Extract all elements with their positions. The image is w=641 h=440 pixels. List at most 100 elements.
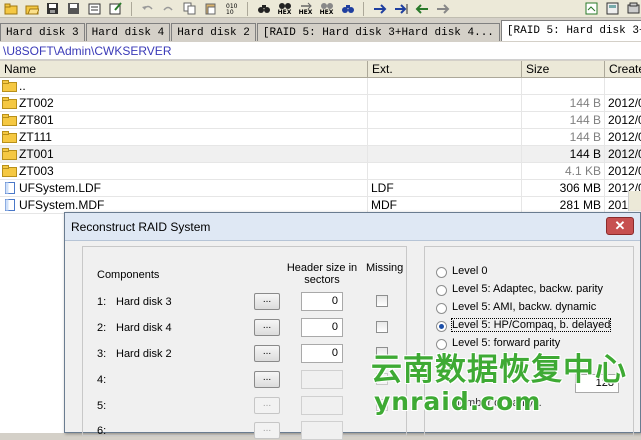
file-name: .. bbox=[19, 78, 26, 93]
watermark-line1: 云南数据恢复中心 bbox=[371, 352, 627, 388]
folder-icon bbox=[2, 148, 17, 160]
level-label[interactable]: Level 5: forward parity bbox=[452, 337, 560, 349]
file-size: 306 MB bbox=[522, 180, 605, 196]
level-label[interactable]: Level 0 bbox=[452, 265, 487, 277]
folder-new-icon[interactable] bbox=[3, 2, 18, 16]
list-item[interactable]: ZT003 4.1 KB 2012/0 bbox=[0, 163, 641, 180]
header-size-input[interactable]: 0 bbox=[301, 344, 343, 363]
toolbar-separator bbox=[363, 1, 364, 16]
toolbar-separator bbox=[131, 1, 132, 16]
header-size-input[interactable] bbox=[301, 421, 343, 440]
component-index: 5: bbox=[97, 400, 107, 412]
browse-button[interactable]: ... bbox=[254, 397, 280, 414]
tab-hard-disk-2[interactable]: Hard disk 2 bbox=[171, 23, 256, 41]
header-size-input[interactable] bbox=[301, 396, 343, 415]
file-size: 144 B bbox=[522, 129, 605, 145]
folder-icon bbox=[2, 80, 17, 92]
level-label[interactable]: Level 5: AMI, backw. dynamic bbox=[452, 301, 596, 313]
edit-icon[interactable] bbox=[108, 2, 123, 16]
dialog-titlebar[interactable]: Reconstruct RAID System ✕ bbox=[65, 213, 640, 241]
goto-icon[interactable] bbox=[372, 2, 387, 16]
level-radio[interactable] bbox=[436, 285, 447, 296]
file-ext bbox=[368, 112, 522, 128]
header-size-input[interactable] bbox=[301, 370, 343, 389]
hex-label: HEX bbox=[298, 8, 313, 16]
directory-path: \U8SOFT\Admin\CWKSERVER bbox=[0, 42, 641, 60]
properties-icon[interactable] bbox=[87, 2, 102, 16]
browse-button[interactable]: ... bbox=[254, 319, 280, 336]
header-size-input[interactable]: 0 bbox=[301, 292, 343, 311]
component-index: 3: bbox=[97, 348, 107, 360]
file-created: 2012/0 bbox=[608, 164, 641, 178]
save-all-icon[interactable] bbox=[66, 2, 81, 16]
header-size-input[interactable]: 0 bbox=[301, 318, 343, 337]
copy-icon[interactable] bbox=[182, 2, 197, 16]
list-item[interactable]: ZT801 144 B 2012/0 bbox=[0, 112, 641, 129]
missing-label: Missing bbox=[366, 262, 404, 274]
header-size-label: Header size in sectors bbox=[286, 262, 358, 286]
browse-button[interactable]: ... bbox=[254, 345, 280, 362]
find-hex-icon[interactable]: HEX bbox=[277, 2, 292, 16]
toolbar: 010 10 HEX HEX HEX bbox=[0, 0, 641, 18]
file-created: 2012/0 bbox=[608, 130, 641, 144]
close-button[interactable]: ✕ bbox=[606, 217, 634, 235]
list-item[interactable]: UFSystem.LDF LDF 306 MB 2012/0 bbox=[0, 180, 641, 197]
find-next-hex-icon[interactable]: HEX bbox=[319, 2, 334, 16]
missing-checkbox[interactable] bbox=[376, 295, 388, 307]
browse-button[interactable]: ... bbox=[254, 293, 280, 310]
file-size bbox=[522, 78, 605, 94]
tab-bar: Hard disk 3 Hard disk 4 Hard disk 2 [RAI… bbox=[0, 19, 641, 41]
file-name: ZT111 bbox=[19, 129, 52, 144]
folder-icon bbox=[2, 97, 17, 109]
dialog-title: Reconstruct RAID System bbox=[71, 219, 211, 234]
list-item[interactable]: ZT002 144 B 2012/0 bbox=[0, 95, 641, 112]
list-item[interactable]: ZT111 144 B 2012/0 bbox=[0, 129, 641, 146]
level-label[interactable]: Level 5: HP/Compaq, b. delayed bbox=[450, 318, 612, 332]
folder-open-icon[interactable] bbox=[24, 2, 39, 16]
list-item[interactable]: .. bbox=[0, 78, 641, 95]
goto-offset-icon[interactable] bbox=[393, 2, 408, 16]
redo-icon[interactable] bbox=[161, 2, 176, 16]
vertical-scrollbar[interactable] bbox=[628, 191, 641, 211]
undo-icon[interactable] bbox=[140, 2, 155, 16]
tab-raid5-2[interactable]: [RAID 5: Hard disk 3+Hard disk bbox=[500, 20, 641, 41]
browse-button[interactable]: ... bbox=[254, 371, 280, 388]
replace-hex-icon[interactable]: HEX bbox=[298, 2, 313, 16]
file-ext: MDF bbox=[368, 197, 522, 213]
column-created[interactable]: Create bbox=[605, 61, 641, 77]
component-index: 2: bbox=[97, 322, 107, 334]
compare-icon[interactable] bbox=[584, 2, 599, 16]
list-item[interactable]: ZT001 144 B 2012/0 bbox=[0, 146, 641, 163]
folder-icon bbox=[2, 114, 17, 126]
back-icon[interactable] bbox=[414, 2, 429, 16]
column-name[interactable]: Name bbox=[0, 61, 368, 77]
file-ext bbox=[368, 78, 522, 94]
tab-hard-disk-3[interactable]: Hard disk 3 bbox=[0, 23, 85, 41]
file-created: 2012/0 bbox=[608, 147, 641, 161]
components-label: Components bbox=[97, 269, 160, 281]
find-next-icon[interactable] bbox=[340, 2, 355, 16]
tab-hard-disk-4[interactable]: Hard disk 4 bbox=[85, 23, 171, 41]
tab-raid5-1[interactable]: [RAID 5: Hard disk 3+Hard disk 4... bbox=[256, 23, 500, 41]
forward-icon[interactable] bbox=[435, 2, 450, 16]
write-icon[interactable]: 010 10 bbox=[224, 2, 239, 16]
settings-icon[interactable] bbox=[626, 2, 641, 16]
file-size: 144 B bbox=[522, 112, 605, 128]
watermark: 云南数据恢复中心 ynraid.com bbox=[371, 352, 641, 416]
column-ext[interactable]: Ext. bbox=[368, 61, 522, 77]
component-name: Hard disk 2 bbox=[116, 348, 172, 360]
level-radio[interactable] bbox=[436, 267, 447, 278]
file-ext bbox=[368, 163, 522, 179]
missing-checkbox[interactable] bbox=[376, 321, 388, 333]
level-radio[interactable] bbox=[436, 303, 447, 314]
find-icon[interactable] bbox=[256, 2, 271, 16]
browse-button[interactable]: ... bbox=[254, 422, 280, 439]
level-radio[interactable] bbox=[436, 339, 447, 350]
save-icon[interactable] bbox=[45, 2, 60, 16]
file-name: ZT003 bbox=[19, 163, 54, 178]
calc-icon[interactable] bbox=[605, 2, 620, 16]
level-label[interactable]: Level 5: Adaptec, backw. parity bbox=[452, 283, 603, 295]
paste-icon[interactable] bbox=[203, 2, 218, 16]
column-size[interactable]: Size bbox=[522, 61, 605, 77]
level-radio-selected[interactable] bbox=[436, 321, 447, 332]
